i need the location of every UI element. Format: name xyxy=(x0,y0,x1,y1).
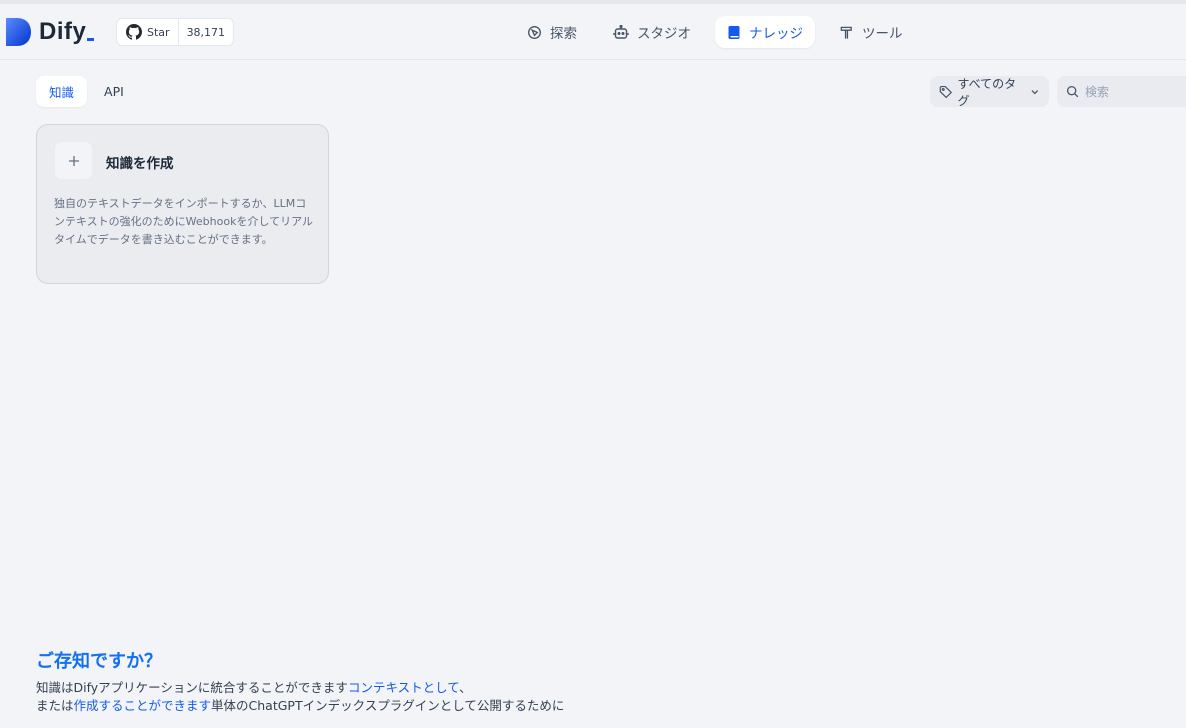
nav-knowledge-label: ナレッジ xyxy=(749,26,803,42)
tag-filter-label: すべてのタグ xyxy=(957,76,1017,108)
search-icon xyxy=(1066,85,1079,98)
tip-title: ご存知ですか？ xyxy=(36,651,162,672)
nav-knowledge[interactable]: ナレッジ xyxy=(715,16,815,48)
create-plus-button[interactable] xyxy=(54,141,93,180)
plus-icon xyxy=(68,155,79,166)
tip-line-2-text: 単体のChatGPTインデックスプラグインとして公開するために xyxy=(211,698,565,713)
nav-explore-label: 探索 xyxy=(550,26,577,42)
nav-tools[interactable]: ツール xyxy=(827,16,915,48)
explore-icon xyxy=(528,25,541,39)
book-icon xyxy=(728,25,740,39)
nav-tools-label: ツール xyxy=(862,26,903,42)
logo-underscore xyxy=(87,37,95,41)
knowledge-tabs: 知識 API xyxy=(36,76,137,107)
tip-line-1-text: 知識はDifyアプリケーションに統合することができます xyxy=(36,680,348,695)
robot-icon xyxy=(613,24,629,39)
github-star-count[interactable]: 38,171 xyxy=(179,19,233,45)
nav-studio-label: スタジオ xyxy=(637,26,691,42)
tip-create-link[interactable]: 作成することができます xyxy=(74,698,212,713)
tip-line-1-end: 、 xyxy=(459,680,472,695)
tip-line-2: または作成することができます単体のChatGPTインデックスプラグインとして公開… xyxy=(36,697,564,715)
nav-explore[interactable]: 探索 xyxy=(515,16,589,48)
create-knowledge-description: 独自のテキストデータをインポートするか、LLMコンテキストの強化のためにWebh… xyxy=(54,197,314,246)
github-icon xyxy=(126,24,142,40)
tip-line-1: 知識はDifyアプリケーションに統合することができますコンテキストとして、 xyxy=(36,679,564,697)
hammer-icon xyxy=(840,26,852,39)
dify-logo-icon xyxy=(6,18,31,46)
create-knowledge-card[interactable]: 知識を作成 独自のテキストデータをインポートするか、LLMコンテキストの強化のた… xyxy=(36,124,329,284)
github-star-label: Star xyxy=(147,25,170,39)
create-knowledge-title: 知識を作成 xyxy=(106,156,174,172)
tag-icon xyxy=(939,85,953,98)
tab-api[interactable]: API xyxy=(91,76,137,107)
main-nav: 探索 スタジオ ナレッジ ツール xyxy=(515,16,927,48)
dify-logo[interactable]: Dify xyxy=(6,18,95,46)
github-star-widget[interactable]: Star 38,171 xyxy=(116,18,235,46)
search-box[interactable] xyxy=(1057,76,1186,107)
did-you-know-section: ご存知ですか？ 知識はDifyアプリケーションに統合することができますコンテキス… xyxy=(36,650,564,715)
tip-line-2-start: または xyxy=(36,698,74,713)
nav-studio[interactable]: スタジオ xyxy=(601,16,703,48)
tip-context-link[interactable]: コンテキストとして xyxy=(348,680,459,695)
github-star-button[interactable]: Star xyxy=(117,19,179,45)
search-input[interactable] xyxy=(1085,84,1185,99)
logo-wordmark: Dify xyxy=(39,18,87,45)
top-header: Dify Star 38,171 探索 スタジオ ナレッジ ツール xyxy=(0,4,1186,60)
chevron-down-icon xyxy=(1031,89,1039,94)
tab-knowledge[interactable]: 知識 xyxy=(36,76,88,107)
tag-filter-dropdown[interactable]: すべてのタグ xyxy=(930,76,1049,108)
